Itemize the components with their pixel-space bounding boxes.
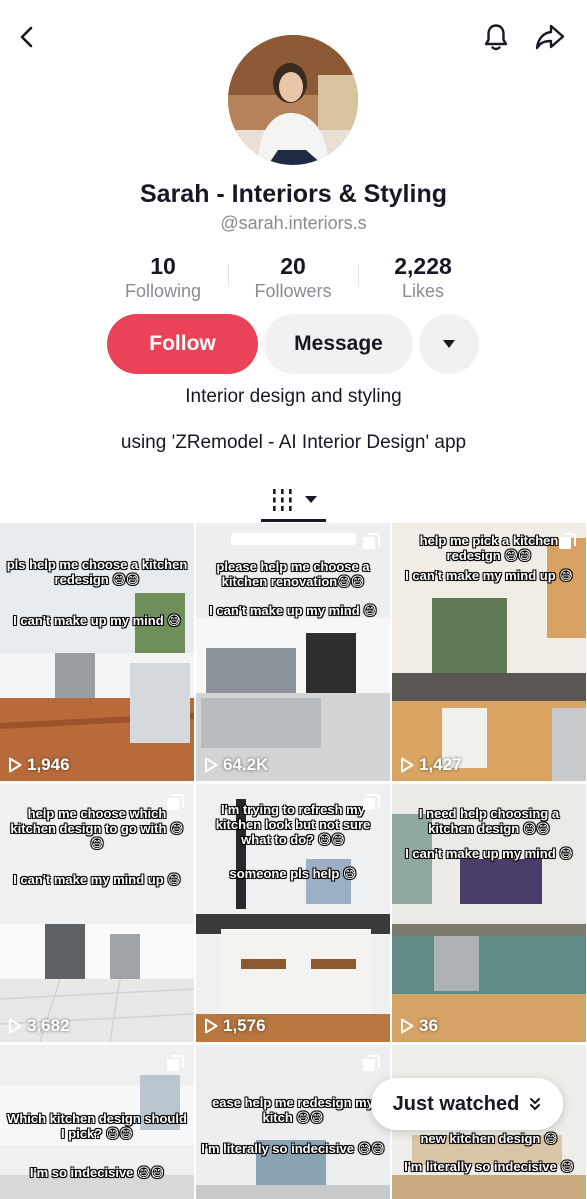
view-count: 64.2K (204, 755, 268, 775)
videos-tab-icon (273, 489, 292, 511)
multi-photo-icon (363, 794, 380, 810)
double-chevron-down-icon (530, 1098, 541, 1110)
notifications-button[interactable] (474, 15, 518, 59)
multi-photo-icon (167, 1055, 184, 1071)
view-count-value: 1,946 (27, 755, 70, 774)
video-caption: someone pls help 😅 (229, 866, 357, 881)
video-caption: ease help me redesign my kitch 😅😅 (212, 1095, 374, 1125)
stat-label: Likes (401, 281, 445, 301)
video-caption: please help me choose a kitchen renovati… (216, 559, 370, 589)
video-tile[interactable]: Which kitchen design should I pick? 😅😅 I… (0, 1045, 194, 1199)
view-count: 36 (400, 1016, 438, 1036)
multi-photo-icon (559, 533, 576, 549)
stat-value: 10 (150, 253, 176, 279)
more-options-button[interactable] (419, 314, 479, 374)
video-caption: Which kitchen design should I pick? 😅😅 (7, 1111, 187, 1141)
profile-name: Sarah - Interiors & Styling (139, 180, 447, 208)
play-icon (401, 1018, 414, 1034)
video-caption: I'm literally so indecisive 😅😅 (201, 1141, 385, 1156)
video-caption: new kitchen design 😅 (420, 1131, 558, 1146)
video-tile[interactable]: help me pick a kitchen redesign 😅😅 I can… (392, 523, 586, 781)
video-tile[interactable]: help me choose which kitchen design to g… (0, 784, 194, 1042)
video-tile[interactable]: I need help choosing a kitchen design 😅😅… (392, 784, 586, 1042)
video-caption: pls help me choose a kitchen redesign 😅😅 (6, 557, 188, 587)
view-count: 1,427 (400, 755, 462, 775)
video-caption: help me pick a kitchen redesign 😅😅 (419, 533, 559, 563)
view-count-value: 64.2K (223, 755, 269, 774)
play-icon (205, 1018, 218, 1034)
profile-stats: 10 Following 20 Followers 2,228 Likes (98, 252, 488, 304)
video-caption: help me choose which kitchen design to g… (10, 806, 184, 851)
video-tile[interactable]: please help me choose a kitchen renovati… (196, 523, 390, 781)
play-icon (9, 1018, 22, 1034)
video-caption: I'm literally so indecisive 😅 (404, 1159, 574, 1174)
play-icon (9, 757, 22, 773)
video-tile[interactable]: I'm trying to refresh my kitchen look bu… (196, 784, 390, 1042)
view-count: 1,946 (8, 755, 70, 775)
bio-line: Interior design and styling (185, 386, 402, 407)
chevron-down-icon (305, 496, 317, 503)
play-icon (401, 757, 414, 773)
view-count: 3,682 (8, 1016, 70, 1036)
share-icon (535, 24, 565, 50)
bio-line: using 'ZRemodel - AI Interior Design' ap… (120, 432, 467, 453)
bell-icon (484, 24, 508, 51)
multi-photo-icon (363, 533, 380, 549)
just-watched-button[interactable]: Just watched (371, 1078, 563, 1130)
video-caption: I need help choosing a kitchen design 😅😅 (418, 806, 560, 836)
dropdown-icon (443, 340, 455, 348)
share-button[interactable] (528, 15, 572, 59)
view-count-value: 1,576 (223, 1016, 266, 1035)
stat-value: 20 (280, 253, 306, 279)
profile-handle: @sarah.interiors.s (220, 213, 367, 233)
message-button[interactable]: Message (264, 314, 413, 374)
view-count-value: 3,682 (27, 1016, 70, 1035)
multi-photo-icon (363, 1055, 380, 1071)
back-arrow-icon (20, 26, 33, 48)
view-count: 1,576 (204, 1016, 266, 1036)
view-count-value: 1,427 (419, 755, 462, 774)
video-caption: I can't make up my mind 😅 (13, 613, 181, 628)
video-tile[interactable]: ease help me redesign my kitch 😅😅 I'm li… (196, 1045, 390, 1199)
avatar[interactable] (228, 35, 358, 165)
stat-label: Followers (254, 281, 332, 301)
stat-following[interactable]: 10 Following (98, 252, 228, 304)
stat-label: Following (124, 281, 202, 301)
stat-followers[interactable]: 20 Followers (228, 252, 358, 304)
stat-likes[interactable]: 2,228 Likes (358, 252, 488, 304)
tab-videos[interactable] (262, 482, 326, 518)
just-watched-label: Just watched (392, 1092, 520, 1115)
video-caption: I'm trying to refresh my kitchen look bu… (215, 802, 371, 847)
content-tabs (0, 480, 587, 524)
stat-value: 2,228 (394, 253, 452, 279)
view-count-value: 36 (419, 1016, 438, 1035)
tab-active-indicator (261, 519, 326, 522)
play-icon (205, 757, 218, 773)
video-caption: I can't make up my mind 😅 (405, 846, 573, 861)
video-caption: I can't make my mind up 😅 (13, 872, 181, 887)
follow-button[interactable]: Follow (107, 314, 258, 374)
back-button[interactable] (6, 15, 50, 59)
multi-photo-icon (167, 794, 184, 810)
video-tile[interactable]: pls help me choose a kitchen redesign 😅😅… (0, 523, 194, 781)
video-caption: I'm so indecisive 😅😅 (29, 1165, 165, 1180)
video-caption: I can't make up my mind 😅 (209, 603, 377, 618)
video-caption: I can't make my mind up 😅 (405, 568, 573, 583)
avatar-photo (228, 35, 358, 165)
